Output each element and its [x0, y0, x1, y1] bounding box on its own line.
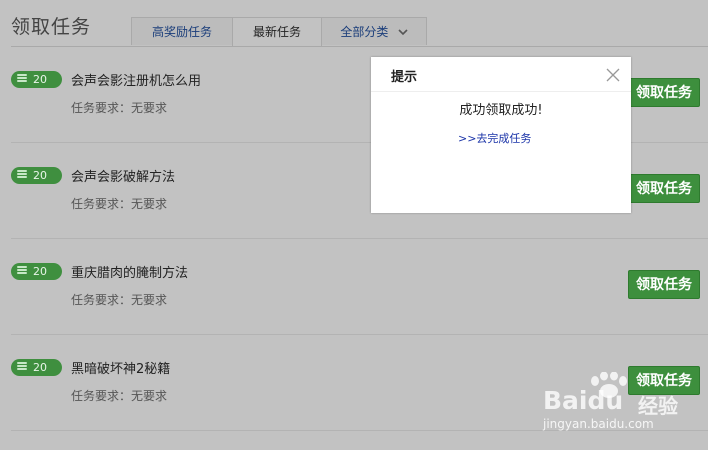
list-item: 20 重庆腊肉的腌制方法 任务要求：无要求 领取任务 — [0, 239, 708, 335]
reward-value: 20 — [33, 73, 47, 86]
jingyan-text: 经验 — [638, 394, 678, 418]
coin-stack-icon — [17, 362, 27, 373]
success-dialog: 提示 成功领取成功! >>去完成任务 — [371, 57, 631, 213]
baidu-jingyan-watermark: Baidu 经验 jingyan.baidu.com — [543, 372, 703, 434]
reward-badge: 20 — [11, 71, 62, 88]
tab-all-categories[interactable]: 全部分类 — [321, 17, 427, 45]
go-complete-task-link[interactable]: >>去完成任务 — [458, 130, 531, 146]
logo-prefix: Bai — [543, 386, 588, 415]
coin-stack-icon — [17, 170, 27, 181]
tab-label: 高奖励任务 — [151, 25, 212, 39]
task-title[interactable]: 会声会影破解方法 — [71, 166, 175, 185]
coin-stack-icon — [17, 74, 27, 85]
watermark-url: jingyan.baidu.com — [543, 417, 654, 431]
claim-task-button[interactable]: 领取任务 — [628, 78, 700, 107]
tab-latest[interactable]: 最新任务 — [232, 17, 322, 47]
task-title[interactable]: 会声会影注册机怎么用 — [71, 70, 201, 89]
tab-bar: 高奖励任务 最新任务 全部分类 — [131, 17, 427, 47]
reward-value: 20 — [33, 265, 47, 278]
task-title[interactable]: 重庆腊肉的腌制方法 — [71, 262, 188, 281]
logo-suffix: u — [605, 386, 624, 415]
tab-label: 最新任务 — [252, 25, 301, 39]
reward-value: 20 — [33, 361, 47, 374]
baidu-logo: Baidu — [543, 386, 624, 415]
reward-badge: 20 — [11, 167, 62, 184]
dialog-title: 提示 — [391, 70, 418, 85]
tab-high-reward[interactable]: 高奖励任务 — [131, 17, 233, 45]
reward-value: 20 — [33, 169, 47, 182]
claim-task-button[interactable]: 领取任务 — [628, 174, 700, 203]
chevron-down-icon — [394, 28, 408, 39]
task-title[interactable]: 黑暗破坏神2秘籍 — [71, 358, 170, 377]
close-icon[interactable] — [606, 67, 620, 82]
task-requirement: 任务要求：无要求 — [71, 389, 168, 403]
page-title: 领取任务 — [11, 16, 92, 38]
task-requirement: 任务要求：无要求 — [71, 101, 168, 115]
reward-badge: 20 — [11, 359, 62, 376]
reward-badge: 20 — [11, 263, 62, 280]
task-requirement: 任务要求：无要求 — [71, 293, 168, 307]
coin-stack-icon — [17, 266, 27, 277]
tab-label: 全部分类 — [340, 25, 389, 39]
dialog-message: 成功领取成功! — [459, 103, 543, 118]
task-requirement: 任务要求：无要求 — [71, 197, 168, 211]
claim-task-button[interactable]: 领取任务 — [628, 270, 700, 299]
dialog-header: 提示 — [371, 57, 631, 92]
